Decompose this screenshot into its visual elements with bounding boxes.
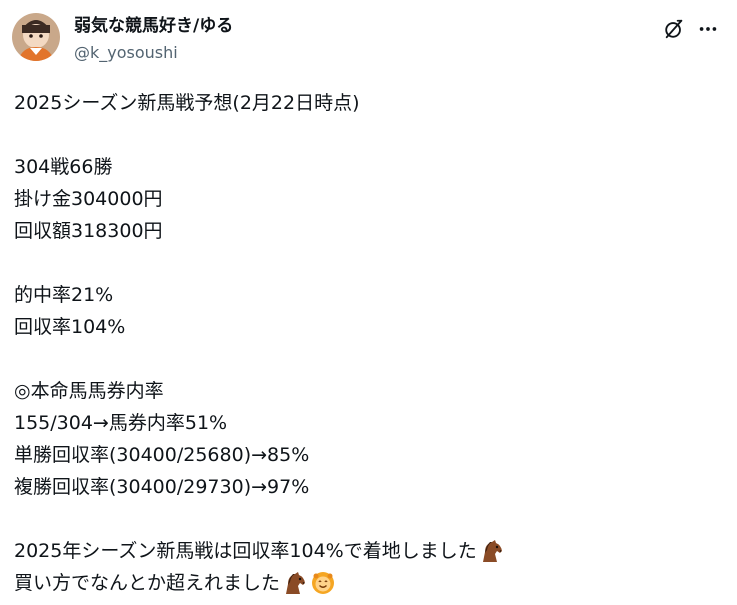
post-text-span: 回収率104% [14, 316, 126, 338]
author-display-name[interactable]: 弱気な競馬好き/ゆる [74, 15, 233, 37]
post-text-line: 掛け金304000円 [14, 183, 714, 215]
post-text-span: 155/304→馬券内率51% [14, 412, 228, 434]
more-dots-icon [699, 27, 717, 31]
post-text-line: 単勝回収率(30400/25680)→85% [14, 439, 714, 471]
horse-emoji [282, 570, 308, 596]
post-text-span: 回収額318300円 [14, 220, 163, 242]
horse-emoji [479, 538, 505, 564]
grok-icon [665, 19, 683, 39]
more-options-button[interactable] [695, 16, 721, 42]
post-text-blank-line [14, 503, 714, 535]
post-text-line: 買い方でなんとか超えれました [14, 567, 714, 599]
avatar-image [12, 13, 60, 61]
post-card[interactable]: 弱気な競馬好き/ゆる @k_yosoushi 2025シーズン新馬戦予想(2月2… [0, 0, 737, 605]
post-text-line: 2025年シーズン新馬戦は回収率104%で着地しました [14, 535, 714, 567]
post-text-line: 的中率21% [14, 279, 714, 311]
post-text-line: ◎本命馬馬券内率 [14, 375, 714, 407]
post-text-line: 2025シーズン新馬戦予想(2月22日時点) [14, 87, 714, 119]
avatar[interactable] [12, 13, 60, 61]
post-text: 2025シーズン新馬戦予想(2月22日時点) 304戦66勝 掛け金304000… [14, 87, 714, 599]
post-text-span: 掛け金304000円 [14, 188, 163, 210]
post-text-blank-line [14, 247, 714, 279]
grok-button[interactable] [661, 16, 687, 42]
post-text-line: 304戦66勝 [14, 151, 714, 183]
post-text-blank-line [14, 119, 714, 151]
post-text-span: 買い方でなんとか超えれました [14, 572, 281, 594]
post-text-span: 2025年シーズン新馬戦は回収率104%で着地しました [14, 540, 477, 562]
post-text-line: 155/304→馬券内率51% [14, 407, 714, 439]
smiling-face-emoji [310, 570, 336, 596]
author-handle[interactable]: @k_yosoushi [74, 43, 178, 63]
post-text-span: 2025シーズン新馬戦予想(2月22日時点) [14, 92, 360, 114]
post-text-blank-line [14, 343, 714, 375]
post-text-line: 複勝回収率(30400/29730)→97% [14, 471, 714, 503]
post-text-line: 回収率104% [14, 311, 714, 343]
post-text-line: 回収額318300円 [14, 215, 714, 247]
post-text-span: 304戦66勝 [14, 156, 113, 178]
post-text-span: 単勝回収率(30400/25680)→85% [14, 444, 310, 466]
post-text-span: 複勝回収率(30400/29730)→97% [14, 476, 310, 498]
post-text-span: 的中率21% [14, 284, 114, 306]
post-text-span: ◎本命馬馬券内率 [14, 380, 164, 402]
